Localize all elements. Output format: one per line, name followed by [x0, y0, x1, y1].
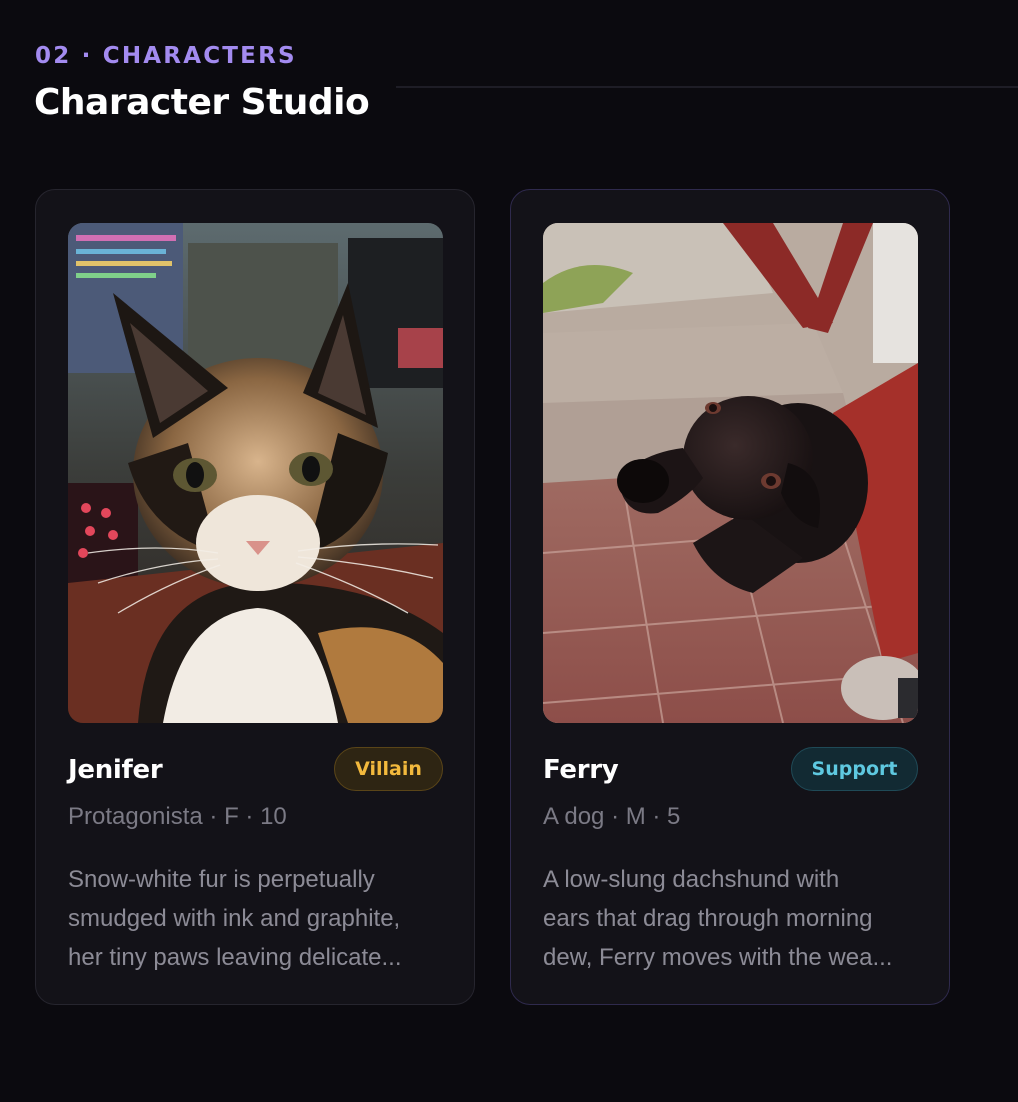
character-photo-dog — [543, 223, 918, 723]
character-meta: A dog · M · 5 — [543, 803, 681, 830]
character-studio-page: 02 · CHARACTERS Character Studio Jenifer… — [0, 0, 1018, 1102]
description-line: her tiny paws leaving delicate... — [68, 944, 402, 971]
character-description: Snow-white fur is perpetually smudged wi… — [68, 860, 446, 977]
black-dog-image — [543, 223, 918, 723]
character-name: Jenifer — [68, 755, 163, 785]
character-meta: Protagonista · F · 10 — [68, 803, 287, 830]
section-eyebrow: 02 · CHARACTERS — [35, 43, 297, 69]
description-line: A low-slung dachshund with — [543, 866, 840, 893]
character-description: A low-slung dachshund with ears that dra… — [543, 860, 921, 977]
header-divider — [396, 86, 1018, 88]
page-title: Character Studio — [34, 82, 370, 123]
description-line: ears that drag through morning — [543, 905, 873, 932]
role-badge-support: Support — [791, 747, 918, 791]
character-photo-cat — [68, 223, 443, 723]
description-line: smudged with ink and graphite, — [68, 905, 401, 932]
role-badge-villain: Villain — [334, 747, 443, 791]
character-card-jenifer[interactable]: Jenifer Villain Protagonista · F · 10 Sn… — [35, 189, 475, 1005]
character-name: Ferry — [543, 755, 619, 785]
character-card-ferry[interactable]: Ferry Support A dog · M · 5 A low-slung … — [510, 189, 950, 1005]
description-line: Snow-white fur is perpetually — [68, 866, 375, 893]
calico-cat-image — [68, 223, 443, 723]
description-line: dew, Ferry moves with the wea... — [543, 944, 893, 971]
